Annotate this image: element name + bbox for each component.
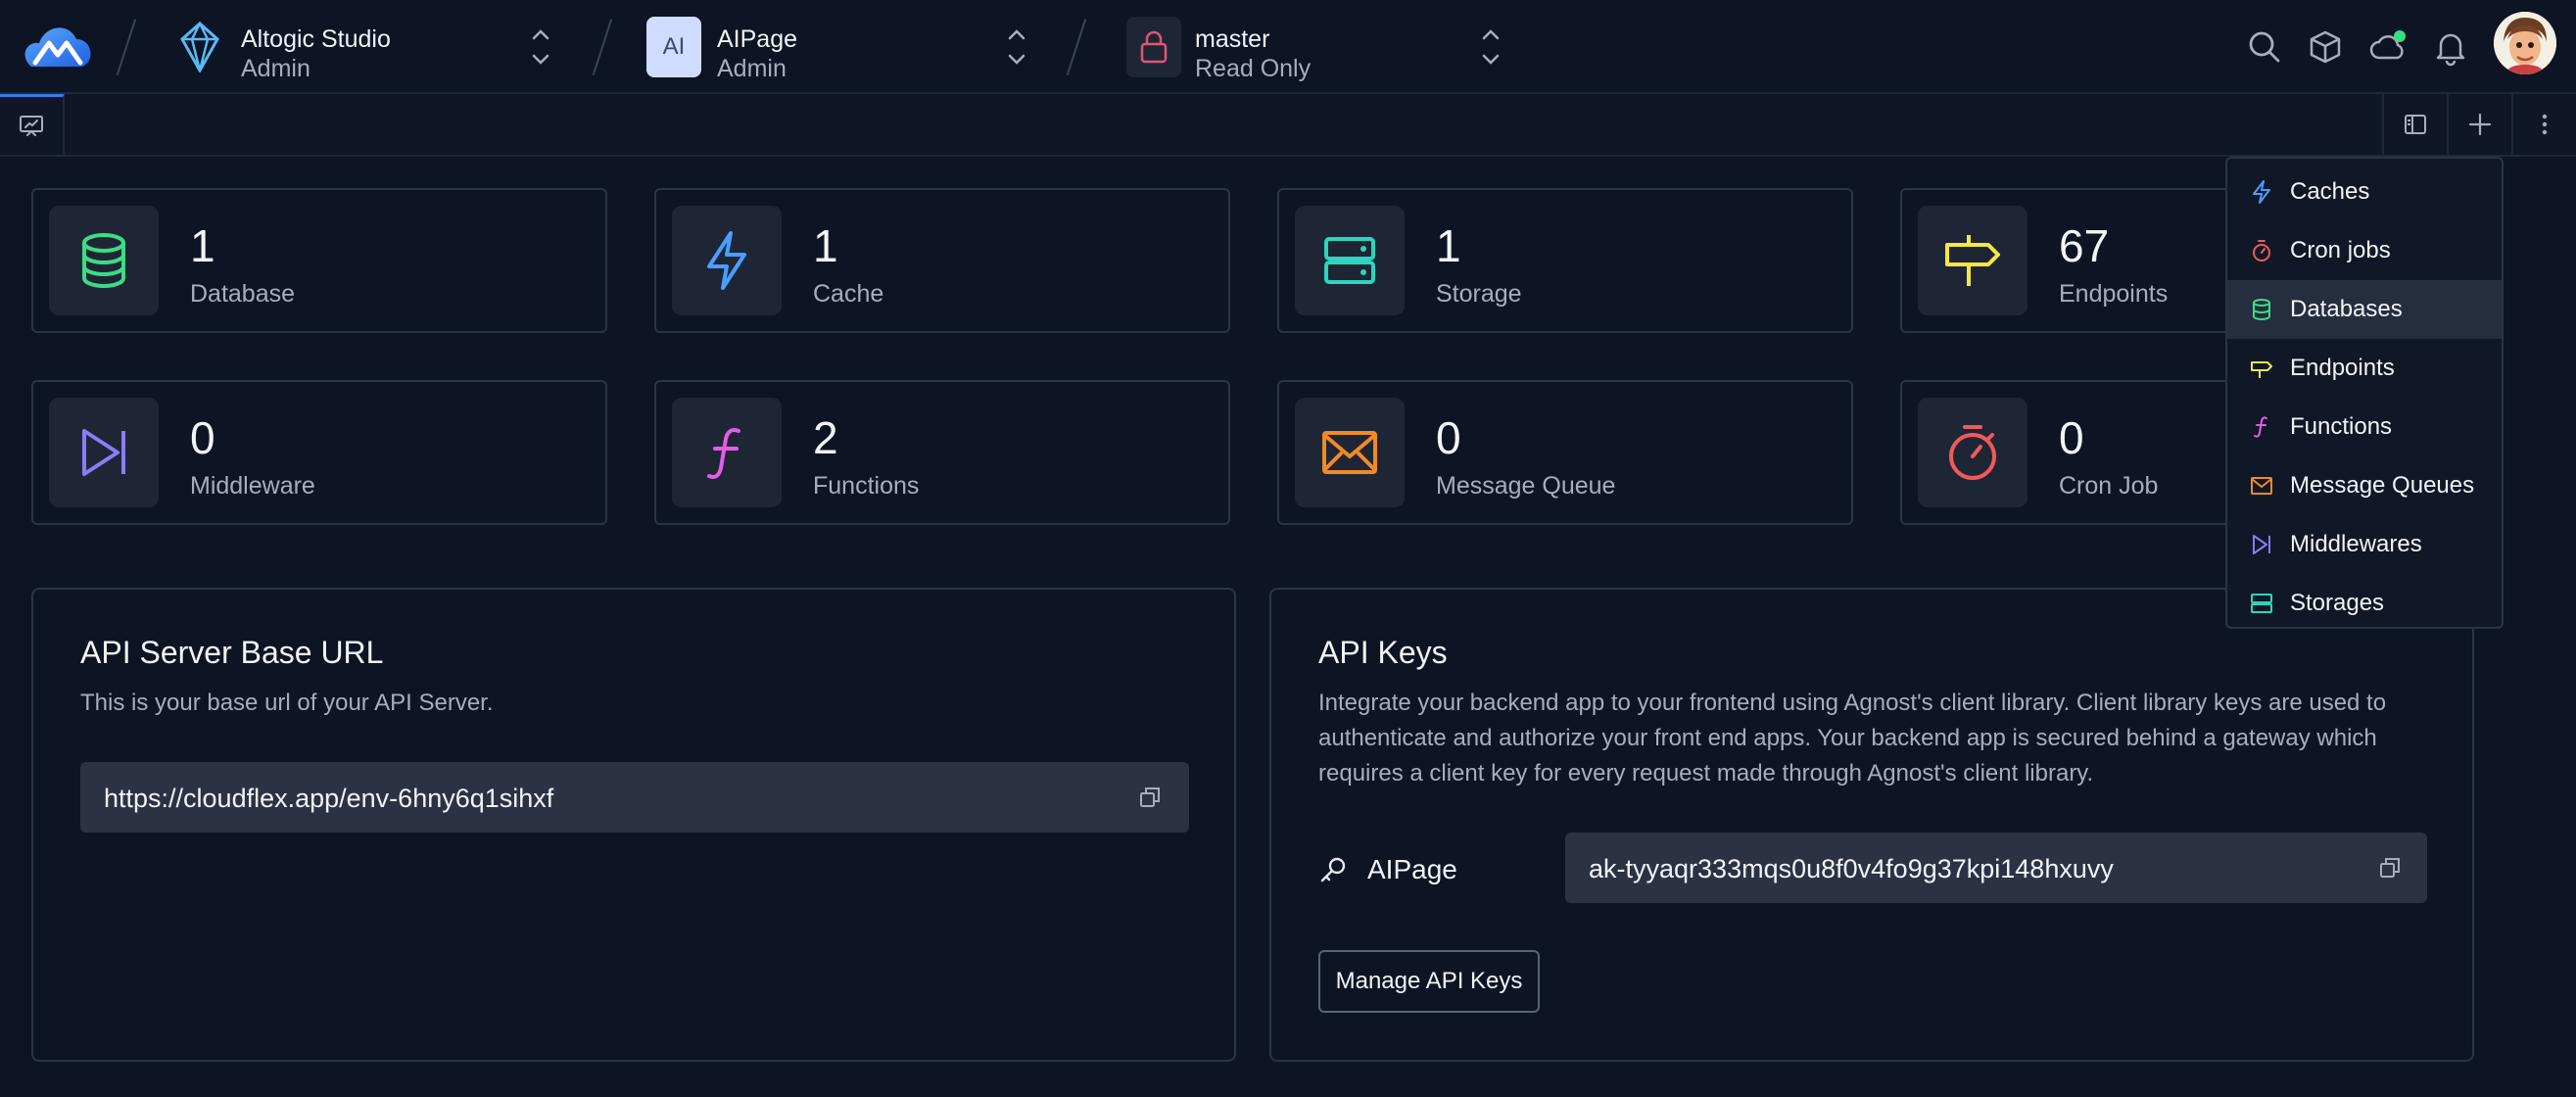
stat-card-cache[interactable]: 1 Cache	[654, 188, 1230, 333]
presentation-chart-icon	[20, 115, 43, 136]
dropdown-item-cron-jobs[interactable]: Cron jobs	[2227, 221, 2502, 280]
stat-card-message-queue[interactable]: 0 Message Queue	[1277, 380, 1853, 525]
toggle-sidebar-button[interactable]	[2382, 94, 2447, 155]
org-role: Admin	[241, 55, 310, 82]
stat-card-database[interactable]: 1 Database	[31, 188, 607, 333]
app-avatar: AI	[646, 17, 701, 77]
stat-value: 2	[813, 412, 838, 463]
chevron-up-down-icon	[1482, 29, 1500, 65]
cloud-status-icon[interactable]	[2368, 27, 2408, 67]
cube-icon[interactable]	[2306, 27, 2345, 67]
app-role: Admin	[717, 55, 787, 82]
stat-label: Message Queue	[1436, 472, 1616, 500]
stat-value: 0	[1436, 412, 1461, 463]
stat-value: 0	[2059, 412, 2084, 463]
stat-value: 1	[1436, 220, 1461, 271]
dropdown-item-message-queues[interactable]: Message Queues	[2227, 456, 2502, 515]
top-bar: Altogic Studio Admin AI AIPage Admin mas…	[0, 0, 2576, 94]
signpost-icon	[1918, 206, 2027, 315]
dropdown-item-databases[interactable]: Databases	[2227, 280, 2502, 339]
api-server-description: This is your base url of your API Server…	[80, 690, 494, 716]
stat-value: 0	[190, 412, 215, 463]
stat-label: Database	[190, 280, 296, 308]
separator	[1066, 19, 1087, 75]
function-icon	[2249, 414, 2274, 440]
copy-icon[interactable]	[2378, 856, 2402, 880]
api-keys-description: Integrate your backend app to your front…	[1318, 690, 2387, 787]
altogic-logo-icon[interactable]	[22, 20, 94, 74]
sidebar-icon	[2405, 115, 2426, 134]
copy-icon[interactable]	[1138, 786, 1162, 809]
stat-label: Middleware	[190, 472, 315, 500]
api-keys-title: API Keys	[1318, 635, 1448, 670]
dropdown-item-functions[interactable]: Functions	[2227, 398, 2502, 456]
signpost-icon	[2249, 356, 2274, 381]
api-key-name: AIPage	[1367, 854, 1457, 884]
database-icon	[2249, 297, 2274, 322]
add-resource-dropdown: Caches Cron jobs Databases Endpoints Fun…	[2225, 157, 2504, 629]
search-icon[interactable]	[2245, 27, 2284, 67]
user-avatar[interactable]	[2494, 12, 2556, 74]
dropdown-item-storages[interactable]: Storages	[2227, 574, 2502, 633]
lightning-icon	[672, 206, 782, 315]
org-diamond-icon	[172, 17, 227, 77]
stat-value: 1	[190, 220, 215, 271]
bell-icon[interactable]	[2431, 27, 2470, 67]
environment-selector[interactable]: master Read Only	[1126, 14, 1508, 82]
envelope-icon	[1295, 398, 1405, 507]
more-options-button[interactable]	[2511, 94, 2576, 155]
stat-value: 67	[2059, 220, 2110, 271]
stat-label: Cache	[813, 280, 884, 308]
storage-icon	[1295, 206, 1405, 315]
base-url-field[interactable]: https://cloudflex.app/env-6hny6q1sihxf	[80, 762, 1189, 833]
skip-icon	[49, 398, 159, 507]
tab-bar	[0, 94, 2576, 157]
org-name: Altogic Studio	[241, 25, 391, 53]
lock-icon	[1126, 17, 1181, 77]
app-selector[interactable]: AI AIPage Admin	[646, 14, 1038, 82]
skip-icon	[2249, 532, 2274, 557]
stat-card-functions[interactable]: 2 Functions	[654, 380, 1230, 525]
stat-value: 1	[813, 220, 838, 271]
api-server-title: API Server Base URL	[80, 635, 384, 670]
vertical-dots-icon	[2542, 114, 2548, 135]
env-access: Read Only	[1195, 55, 1312, 82]
stat-label: Functions	[813, 472, 920, 500]
plus-icon	[2468, 113, 2492, 136]
chevron-up-down-icon	[532, 29, 549, 65]
stat-card-storage[interactable]: 1 Storage	[1277, 188, 1853, 333]
separator	[116, 19, 137, 75]
stat-label: Storage	[1436, 280, 1522, 308]
api-server-panel: API Server Base URL This is your base ur…	[31, 588, 1236, 1062]
database-icon	[49, 206, 159, 315]
envelope-icon	[2249, 473, 2274, 499]
manage-api-keys-button[interactable]: Manage API Keys	[1318, 950, 1540, 1013]
env-name: master	[1195, 25, 1270, 53]
storage-icon	[2249, 591, 2274, 616]
chevron-up-down-icon	[1008, 29, 1026, 65]
stat-label: Endpoints	[2059, 280, 2169, 308]
app-name: AIPage	[717, 25, 798, 53]
org-selector[interactable]: Altogic Studio Admin	[172, 14, 564, 82]
timer-icon	[1918, 398, 2027, 507]
stat-label: Cron Job	[2059, 472, 2159, 500]
base-url-value: https://cloudflex.app/env-6hny6q1sihxf	[104, 784, 554, 813]
api-key-field[interactable]: ak-tyyaqr333mqs0u8f0v4fo9g37kpi148hxuvy	[1565, 833, 2427, 903]
separator	[592, 19, 613, 75]
api-keys-panel: API Keys Integrate your backend app to y…	[1269, 588, 2474, 1062]
dropdown-item-middlewares[interactable]: Middlewares	[2227, 515, 2502, 574]
api-key-value: ak-tyyaqr333mqs0u8f0v4fo9g37kpi148hxuvy	[1589, 854, 2114, 883]
lightning-icon	[2249, 179, 2274, 205]
dropdown-item-endpoints[interactable]: Endpoints	[2227, 339, 2502, 398]
function-icon	[672, 398, 782, 507]
key-icon	[1320, 857, 1346, 882]
dropdown-item-caches[interactable]: Caches	[2227, 163, 2502, 221]
tab-dashboard[interactable]	[0, 94, 65, 155]
stat-card-middleware[interactable]: 0 Middleware	[31, 380, 607, 525]
timer-icon	[2249, 238, 2274, 263]
add-tab-button[interactable]	[2447, 94, 2511, 155]
api-key-label: AIPage	[1318, 850, 1457, 889]
